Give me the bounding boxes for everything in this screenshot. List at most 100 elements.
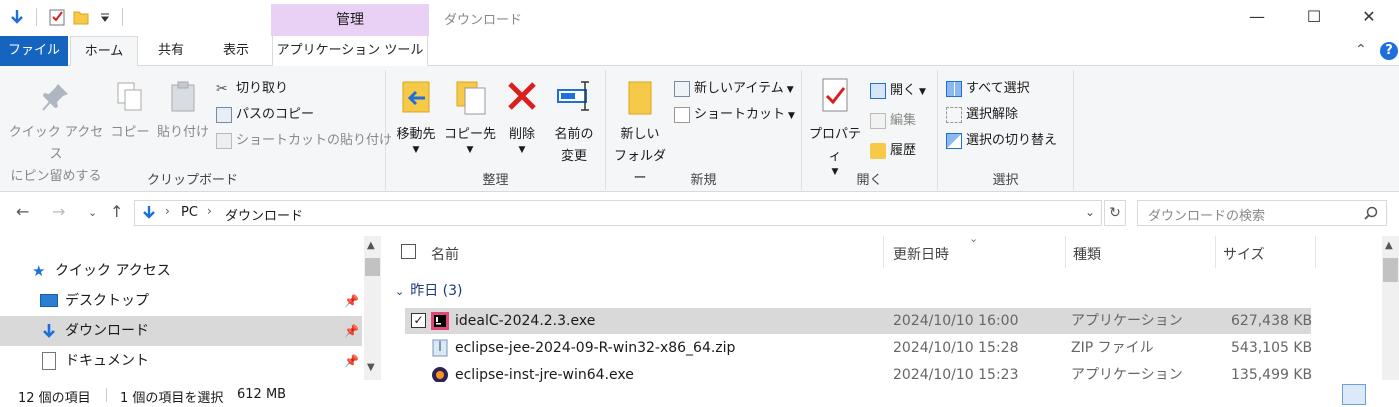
- invert-selection-button[interactable]: 選択の切り替え: [946, 130, 1057, 152]
- refresh-icon[interactable]: ↻: [1104, 200, 1126, 226]
- chevron-down-icon: ▼: [466, 145, 474, 155]
- properties-check-icon[interactable]: [48, 8, 66, 26]
- copy-to-button[interactable]: コピー先 ▼: [444, 76, 496, 155]
- row-checkbox[interactable]: ✓: [411, 313, 426, 328]
- cut-button[interactable]: ✂ 切り取り: [216, 78, 288, 100]
- new-group: 新しい フォルダー 新しいアイテム ▼ ショートカット ▼ 新規: [606, 70, 802, 190]
- nav-pane-scrollbar[interactable]: ▲ ▼: [364, 236, 381, 380]
- pin-icon[interactable]: 📌: [344, 286, 359, 316]
- customize-dropdown-icon[interactable]: [96, 8, 114, 26]
- zip-file-icon: [432, 339, 448, 357]
- move-to-button[interactable]: 移動先 ▼: [390, 76, 442, 155]
- properties-button[interactable]: プロパティ ▼: [804, 76, 866, 177]
- tab-view[interactable]: 表示: [204, 36, 268, 66]
- move-to-folder-icon: [402, 81, 430, 113]
- recent-locations-chevron-icon[interactable]: ⌄: [88, 206, 97, 219]
- easy-access-label: ショートカット: [694, 107, 786, 122]
- scrollbar-thumb[interactable]: [1383, 258, 1398, 282]
- history-button[interactable]: 履歴: [870, 140, 916, 162]
- scrollbar-thumb[interactable]: [365, 258, 380, 276]
- maximize-button[interactable]: ☐: [1289, 0, 1339, 34]
- tab-application-tools[interactable]: アプリケーション ツール: [272, 36, 428, 66]
- search-box[interactable]: ダウンロードの検索: [1137, 200, 1387, 226]
- address-bar[interactable]: › PC › ダウンロード ⌄: [134, 200, 1102, 226]
- tab-share[interactable]: 共有: [140, 36, 202, 66]
- select-all-icon: [946, 80, 962, 97]
- new-item-label: 新しいアイテム: [694, 81, 784, 96]
- chevron-down-icon: ▼: [518, 145, 526, 155]
- move-to-label: 移動先: [396, 127, 436, 142]
- copy-path-button[interactable]: パスのコピー: [216, 104, 314, 126]
- forward-arrow-icon[interactable]: →: [52, 202, 65, 221]
- edit-label: 編集: [890, 113, 917, 128]
- edit-button[interactable]: 編集: [870, 110, 916, 132]
- open-group-label: 開く: [856, 173, 883, 188]
- divider: [1065, 236, 1066, 268]
- select-all-button[interactable]: すべて選択: [946, 78, 1030, 100]
- easy-access-button[interactable]: ショートカット ▼: [674, 104, 795, 126]
- search-input[interactable]: ダウンロードの検索: [1148, 205, 1265, 224]
- nav-item-desktop[interactable]: デスクトップ 📌: [0, 286, 362, 316]
- close-button[interactable]: ✕: [1344, 0, 1394, 34]
- star-icon: ★: [32, 262, 46, 280]
- open-button[interactable]: 開く ▼: [870, 80, 926, 102]
- file-list-scrollbar[interactable]: ▲: [1382, 236, 1399, 380]
- pin-icon[interactable]: 📌: [344, 346, 359, 376]
- rename-icon: [557, 81, 589, 111]
- scroll-down-icon[interactable]: ▼: [367, 362, 375, 373]
- column-header-type[interactable]: 種類: [1073, 244, 1101, 264]
- nav-item-quick-access[interactable]: ★ クイック アクセス: [0, 256, 362, 286]
- divider: [36, 8, 37, 26]
- invert-selection-icon: [946, 132, 962, 149]
- minimize-button[interactable]: —: [1232, 0, 1282, 34]
- scroll-up-icon[interactable]: ▲: [1385, 240, 1393, 251]
- nav-item-documents[interactable]: ドキュメント 📌: [0, 346, 362, 376]
- column-header-name[interactable]: 名前: [431, 244, 459, 264]
- nav-item-label: ダウンロード: [65, 323, 149, 339]
- rename-button[interactable]: 名前の 変更: [546, 76, 602, 168]
- down-arrow-icon[interactable]: [8, 8, 26, 26]
- new-folder-icon[interactable]: [72, 8, 90, 26]
- nav-item-label: デスクトップ: [65, 293, 149, 309]
- chevron-down-icon: ▼: [919, 87, 926, 97]
- copy-button[interactable]: コピー: [108, 80, 152, 144]
- divider: [1215, 236, 1216, 268]
- column-header-date[interactable]: 更新日時: [893, 244, 949, 264]
- file-size: 627,438 KB: [1231, 313, 1313, 329]
- properties-icon: [822, 78, 848, 112]
- address-dropdown-icon[interactable]: ⌄: [1085, 205, 1095, 219]
- breadcrumb-downloads[interactable]: ダウンロード: [225, 205, 303, 224]
- document-icon: [42, 352, 56, 370]
- tab-home[interactable]: ホーム: [70, 36, 138, 67]
- help-icon[interactable]: ?: [1380, 42, 1398, 60]
- group-header[interactable]: ⌄ 昨日 (3): [395, 280, 463, 300]
- breadcrumb-pc[interactable]: PC: [181, 205, 198, 220]
- details-view-icon[interactable]: [1342, 384, 1366, 405]
- tab-file[interactable]: ファイル: [0, 36, 68, 66]
- scroll-up-icon[interactable]: ▲: [367, 240, 375, 251]
- new-folder-label-line1: 新しい: [620, 127, 660, 142]
- select-none-button[interactable]: 選択解除: [946, 104, 1018, 126]
- up-arrow-icon[interactable]: ↑: [110, 202, 123, 221]
- clipboard-group-label: クリップボード: [146, 173, 238, 188]
- ribbon-tabs: ファイル ホーム 共有 表示 アプリケーション ツール ⌃ ?: [0, 36, 1399, 67]
- new-item-button[interactable]: 新しいアイテム ▼: [674, 78, 794, 100]
- back-arrow-icon[interactable]: ←: [16, 202, 29, 221]
- paste-shortcut-button[interactable]: ショートカットの貼り付け: [216, 130, 392, 152]
- breadcrumb-chevron-icon[interactable]: ›: [165, 204, 170, 218]
- delete-button[interactable]: 削除 ▼: [500, 76, 544, 155]
- select-none-label: 選択解除: [966, 107, 1019, 122]
- paste-button[interactable]: 貼り付け: [154, 80, 212, 144]
- collapse-ribbon-icon[interactable]: ⌃: [1355, 42, 1367, 58]
- shortcut-icon: [674, 106, 690, 123]
- organize-group-label: 整理: [482, 173, 509, 188]
- large-icons-view-icon[interactable]: [1372, 384, 1394, 405]
- pin-icon[interactable]: 📌: [344, 316, 359, 346]
- history-icon: [870, 142, 886, 159]
- column-header-size[interactable]: サイズ: [1223, 244, 1265, 264]
- breadcrumb-chevron-icon[interactable]: ›: [207, 204, 212, 218]
- nav-item-downloads[interactable]: ダウンロード 📌: [0, 316, 362, 346]
- file-row[interactable]: ✓ idealC-2024.2.3.exe 2024/10/10 16:00 ア…: [405, 308, 1313, 334]
- select-all-checkbox[interactable]: [401, 244, 416, 259]
- file-row[interactable]: eclipse-jee-2024-09-R-win32-x86_64.zip 2…: [405, 335, 1312, 361]
